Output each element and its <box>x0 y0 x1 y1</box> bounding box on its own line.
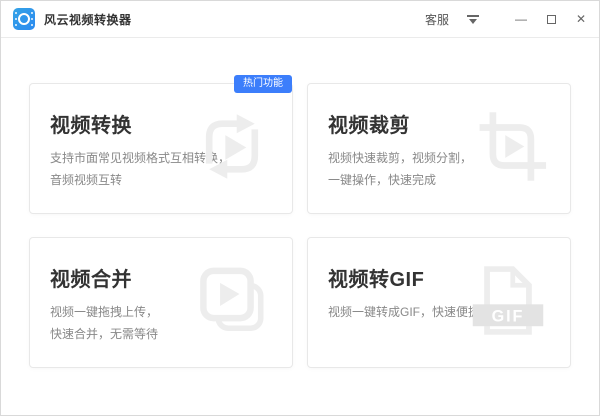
loop-play-icon <box>194 107 270 190</box>
feature-cards-grid: 热门功能 视频转换 支持市面常见视频格式互相转换， 音频视频互转 视频裁剪 视频… <box>29 83 571 368</box>
menu-dropdown-icon[interactable] <box>467 15 479 24</box>
gif-file-icon: GIF <box>468 261 548 344</box>
minimize-button[interactable]: — <box>513 10 529 28</box>
maximize-icon <box>547 15 556 24</box>
close-button[interactable]: ✕ <box>573 10 589 28</box>
maximize-button[interactable] <box>543 10 559 28</box>
card-video-merge[interactable]: 视频合并 视频一键拖拽上传， 快速合并，无需等待 <box>29 237 293 368</box>
gif-ribbon-label: GIF <box>492 307 525 325</box>
card-video-crop[interactable]: 视频裁剪 视频快速裁剪，视频分割， 一键操作，快速完成 <box>307 83 571 214</box>
app-logo-icon <box>13 8 35 30</box>
hot-feature-badge: 热门功能 <box>234 75 292 93</box>
card-video-convert[interactable]: 热门功能 视频转换 支持市面常见视频格式互相转换， 音频视频互转 <box>29 83 293 214</box>
app-title: 风云视频转换器 <box>44 11 132 28</box>
customer-service-link[interactable]: 客服 <box>425 11 449 28</box>
stack-play-icon <box>196 262 270 343</box>
titlebar: 风云视频转换器 客服 — ✕ <box>1 1 599 38</box>
crop-play-icon <box>472 107 548 190</box>
card-video-to-gif[interactable]: 视频转GIF 视频一键转成GIF，快速便捷 GIF <box>307 237 571 368</box>
titlebar-controls: 客服 — ✕ <box>425 10 589 28</box>
main-area: 热门功能 视频转换 支持市面常见视频格式互相转换， 音频视频互转 视频裁剪 视频… <box>1 38 599 368</box>
